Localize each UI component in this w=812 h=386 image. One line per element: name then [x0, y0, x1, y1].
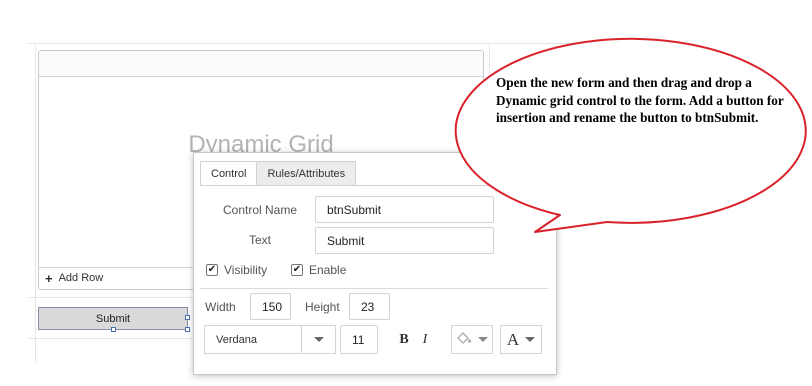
callout-text: Open the new form and then drag and drop…	[496, 75, 784, 125]
callout-bubble	[454, 37, 807, 233]
